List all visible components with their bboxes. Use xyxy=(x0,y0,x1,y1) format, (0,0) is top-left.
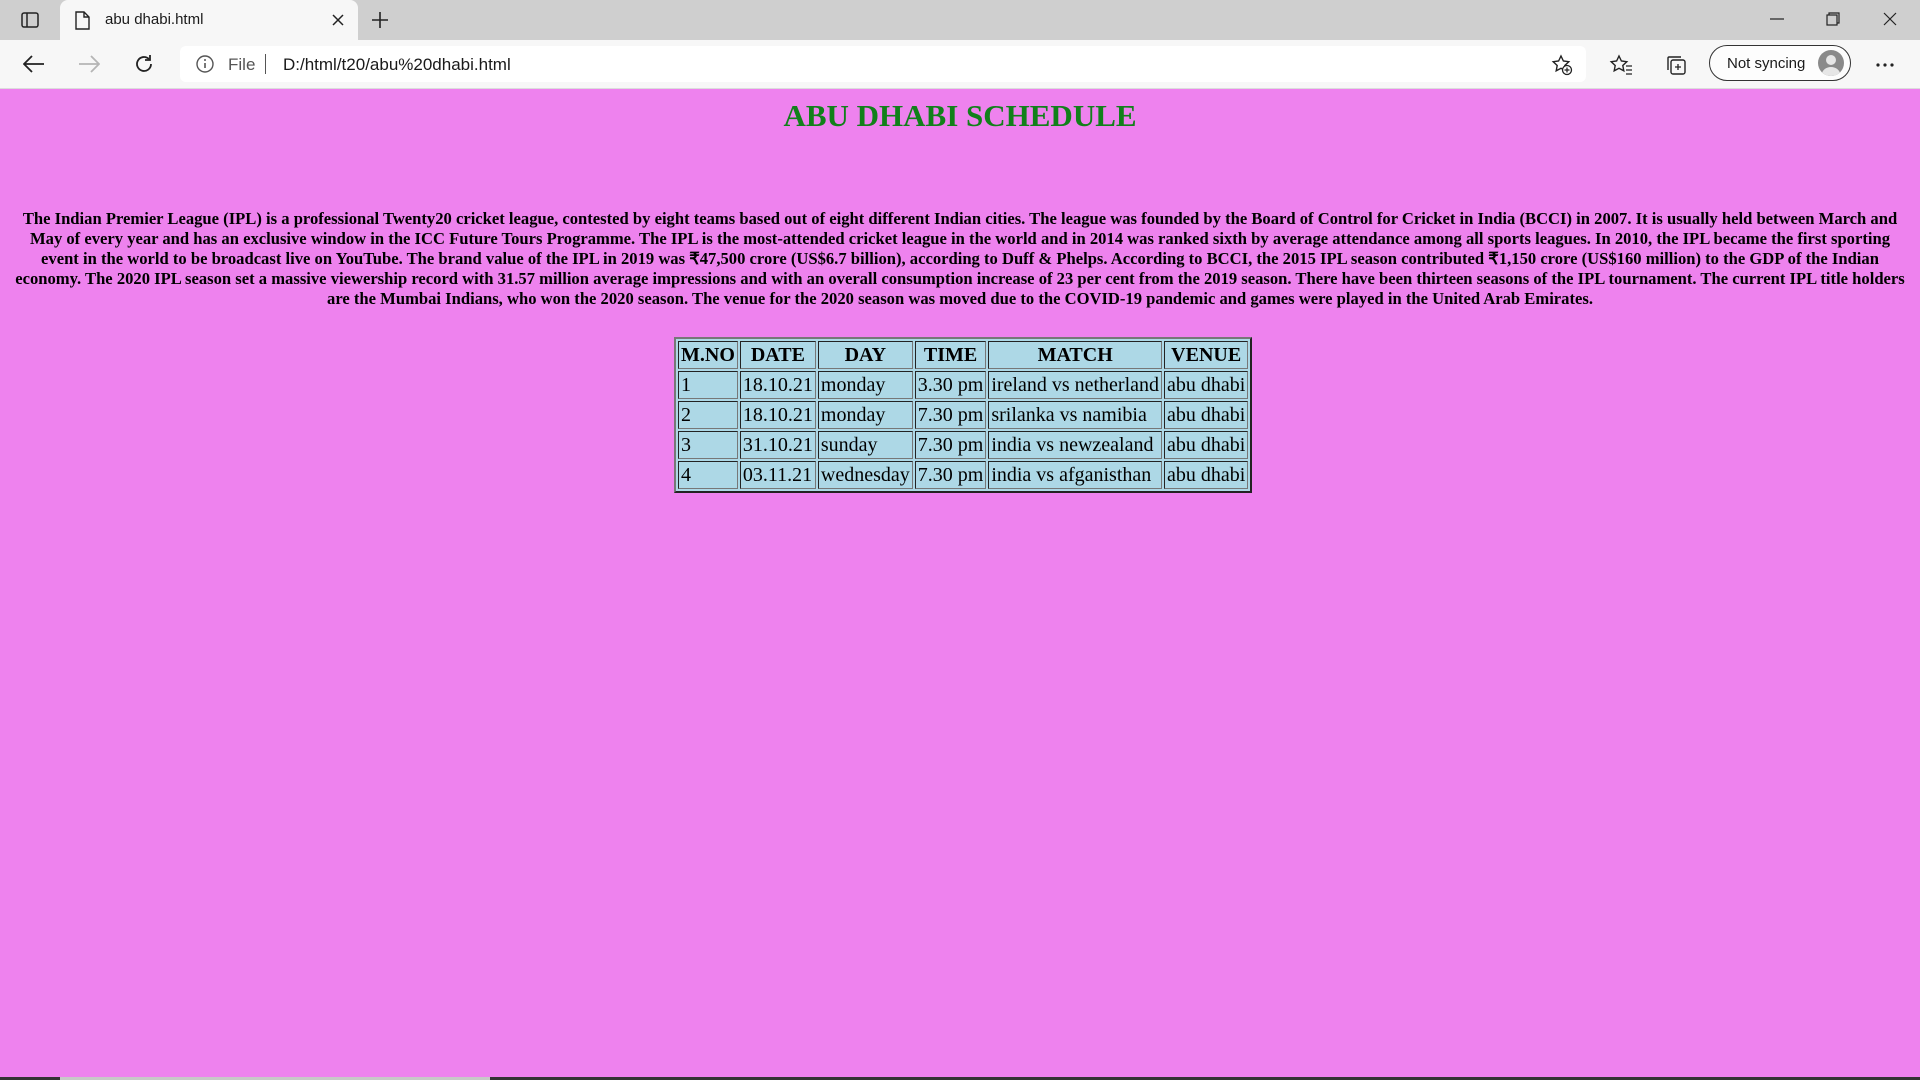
schedule-table-wrapper: M.NO DATE DAY TIME MATCH VENUE 1 18.10.21 monda… xyxy=(674,337,1253,493)
table-cell: 7.30 pm xyxy=(914,461,987,489)
profile-button[interactable]: Not syncing xyxy=(1709,45,1851,81)
schedule-table: M.NO DATE DAY TIME MATCH VENUE 1 18.10.21 monda… xyxy=(674,337,1253,493)
forward-button[interactable] xyxy=(73,48,105,80)
table-cell: srilanka vs namibia xyxy=(988,401,1163,429)
collections-icon[interactable] xyxy=(1663,52,1689,78)
column-header: VENUE xyxy=(1164,341,1249,369)
close-window-button[interactable] xyxy=(1862,0,1918,38)
more-options-icon[interactable] xyxy=(1872,52,1898,78)
back-button[interactable] xyxy=(18,48,50,80)
column-header: DATE xyxy=(739,341,816,369)
column-header: TIME xyxy=(914,341,987,369)
table-cell: india vs newzealand xyxy=(988,431,1163,459)
table-cell: wednesday xyxy=(817,461,913,489)
tab-strip: abu dhabi.html xyxy=(0,0,1920,40)
table-row: 4 03.11.21 wednesday 7.30 pm india vs afgani… xyxy=(678,461,1249,489)
active-tab[interactable]: abu dhabi.html xyxy=(60,0,358,40)
restore-button[interactable] xyxy=(1805,0,1861,38)
table-cell: 4 xyxy=(678,461,738,489)
table-row: 3 31.10.21 sunday 7.30 pm india vs newzealan… xyxy=(678,431,1249,459)
table-cell: ireland vs netherland xyxy=(988,371,1163,399)
document-icon xyxy=(74,11,90,35)
favorites-icon[interactable] xyxy=(1608,52,1634,78)
column-header: MATCH xyxy=(988,341,1163,369)
table-cell: monday xyxy=(817,371,913,399)
avatar xyxy=(1818,50,1844,76)
address-bar[interactable]: File D:/html/t20/abu%20dhabi.html xyxy=(180,46,1586,82)
page-title: ABU DHABI SCHEDULE xyxy=(783,98,1137,133)
page-viewport: ABU DHABI SCHEDULE The Indian Premier Le… xyxy=(0,89,1920,1080)
table-cell: abu dhabi xyxy=(1164,461,1249,489)
table-row: 2 18.10.21 monday 7.30 pm srilanka vs namibi… xyxy=(678,401,1249,429)
new-tab-button[interactable] xyxy=(368,8,392,32)
column-header: M.NO xyxy=(678,341,738,369)
table-cell: 3 xyxy=(678,431,738,459)
navigation-toolbar: File D:/html/t20/abu%20dhabi.html Not sy… xyxy=(0,40,1920,89)
table-cell: india vs afganisthan xyxy=(988,461,1163,489)
close-tab-icon[interactable] xyxy=(328,10,348,30)
tab-title: abu dhabi.html xyxy=(105,11,204,28)
scheme-label: File xyxy=(228,55,256,74)
table-cell: 03.11.21 xyxy=(739,461,816,489)
table-cell: 3.30 pm xyxy=(914,371,987,399)
address-separator xyxy=(265,54,266,74)
table-cell: 2 xyxy=(678,401,738,429)
table-row: 1 18.10.21 monday 3.30 pm ireland vs netherl… xyxy=(678,371,1249,399)
table-body: 1 18.10.21 monday 3.30 pm ireland vs netherl… xyxy=(678,371,1249,489)
intro-paragraph: The Indian Premier League (IPL) is a pro… xyxy=(15,209,1905,308)
minimize-button[interactable] xyxy=(1749,0,1805,38)
table-cell: monday xyxy=(817,401,913,429)
column-header: DAY xyxy=(817,341,913,369)
table-cell: 1 xyxy=(678,371,738,399)
table-header-row: M.NO DATE DAY TIME MATCH VENUE xyxy=(678,341,1249,369)
table-cell: 7.30 pm xyxy=(914,431,987,459)
add-favorite-icon[interactable] xyxy=(1550,53,1574,77)
table-cell: sunday xyxy=(817,431,913,459)
sync-status-label: Not syncing xyxy=(1727,55,1806,72)
table-cell: 7.30 pm xyxy=(914,401,987,429)
table-cell: abu dhabi xyxy=(1164,431,1249,459)
table-cell: 18.10.21 xyxy=(739,401,816,429)
table-cell: abu dhabi xyxy=(1164,371,1249,399)
url-text[interactable]: D:/html/t20/abu%20dhabi.html xyxy=(283,55,511,75)
table-cell: 18.10.21 xyxy=(739,371,816,399)
info-icon[interactable] xyxy=(196,55,214,78)
table-cell: abu dhabi xyxy=(1164,401,1249,429)
table-cell: 31.10.21 xyxy=(739,431,816,459)
tab-actions-icon[interactable] xyxy=(14,8,46,32)
refresh-button[interactable] xyxy=(128,48,160,80)
